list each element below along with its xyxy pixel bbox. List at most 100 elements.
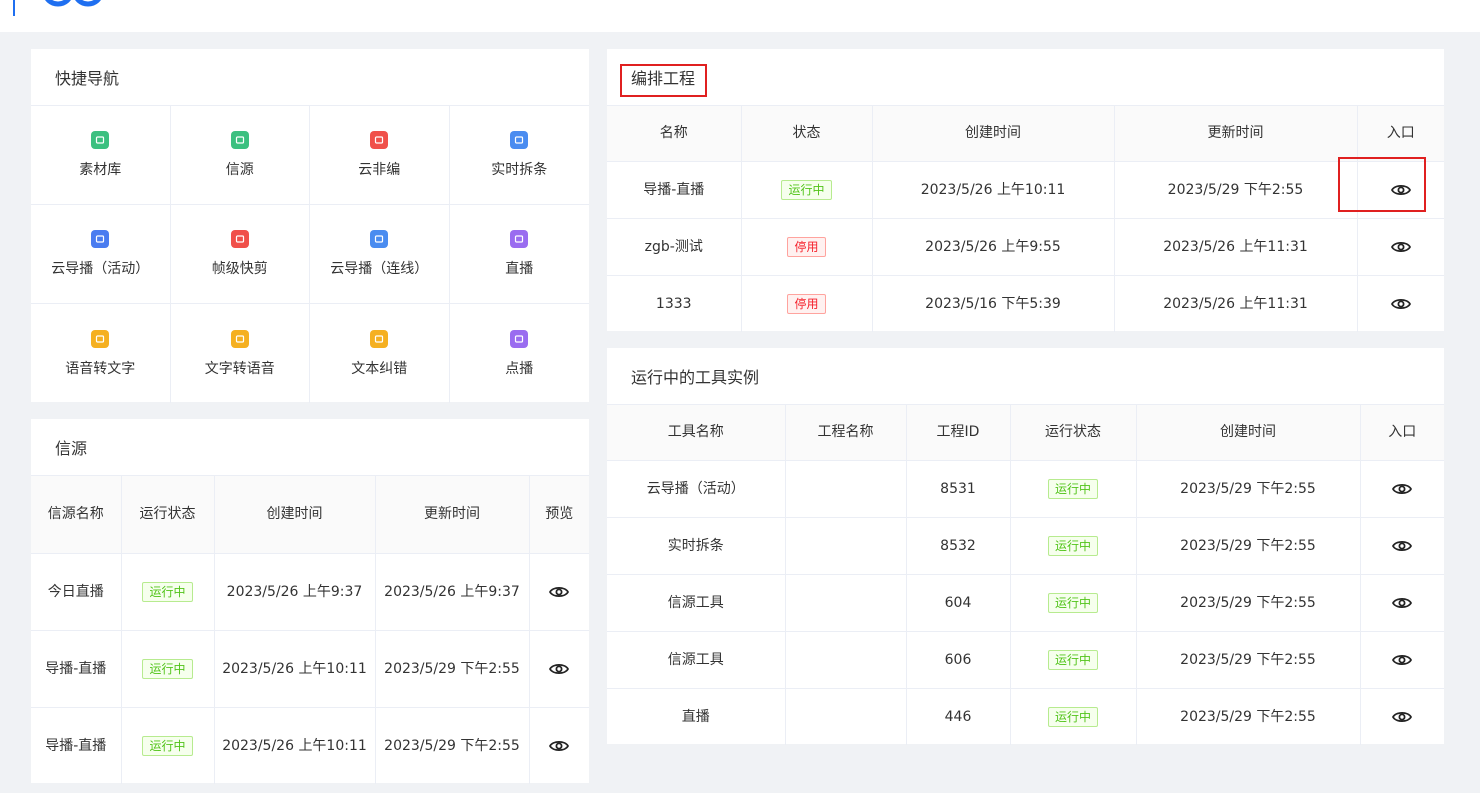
cloud-director-icon: [91, 230, 110, 248]
quick-nav-item[interactable]: 帧级快剪: [170, 205, 310, 304]
tool-project-id: 606: [906, 631, 1011, 689]
quick-nav-item[interactable]: 素材库: [31, 106, 171, 205]
project-status: 停用: [741, 218, 873, 276]
tool-project: [785, 631, 907, 689]
tool-name: 云导播（活动）: [607, 460, 786, 518]
tool-project-id: 8532: [906, 517, 1011, 575]
source-preview[interactable]: [529, 630, 589, 708]
quick-nav-item[interactable]: 文字转语音: [171, 304, 310, 403]
column-header: 工程名称: [785, 405, 907, 461]
table-row: 导播-直播 运行中 2023/5/26 上午10:11 2023/5/29 下午2:5…: [607, 161, 1444, 219]
project-created: 2023/5/26 上午9:55: [872, 218, 1115, 276]
project-updated: 2023/5/26 上午11:31: [1114, 218, 1358, 276]
source-updated: 2023/5/26 上午9:37: [375, 553, 530, 631]
quick-nav-item[interactable]: 云导播（活动）: [31, 205, 171, 304]
cloud-edit-icon: [370, 131, 389, 149]
source-name: 今日直播: [31, 553, 122, 631]
project-name: 1333: [607, 275, 742, 332]
text-to-speech-icon: [230, 329, 249, 348]
eye-icon[interactable]: [1392, 710, 1413, 724]
eye-icon[interactable]: [549, 585, 570, 599]
eye-icon[interactable]: [1392, 539, 1413, 553]
tool-entry[interactable]: [1360, 460, 1444, 518]
tool-project-id: 446: [906, 688, 1011, 745]
table-row: 今日直播 运行中 2023/5/26 上午9:37 2023/5/26 上午9:37: [31, 553, 589, 631]
eye-icon[interactable]: [1392, 653, 1413, 667]
tool-entry[interactable]: [1360, 517, 1444, 575]
logo-icon[interactable]: [42, 0, 104, 8]
eye-icon[interactable]: [1390, 297, 1411, 311]
tool-status: 运行中: [1010, 631, 1137, 689]
projects-title: 编排工程: [607, 49, 1444, 106]
quick-nav-item[interactable]: 语音转文字: [31, 304, 171, 403]
eye-icon[interactable]: [1392, 482, 1413, 496]
quick-nav-grid: 素材库 信源 云非编 实时拆条云导播（活动） 帧级快剪 云导播（连线） 直播语音转文字 文字转…: [31, 106, 589, 403]
tool-project: [785, 460, 907, 518]
text-correct-icon: [370, 329, 389, 348]
status-badge: 运行中: [1047, 592, 1098, 613]
project-name: zgb-测试: [607, 218, 742, 276]
column-header: 创建时间: [872, 106, 1115, 162]
tool-name: 实时拆条: [607, 517, 786, 575]
tool-project-id: 604: [906, 574, 1011, 632]
source-status: 运行中: [121, 630, 215, 708]
tools-title: 运行中的工具实例: [607, 348, 1444, 405]
source-preview[interactable]: [529, 707, 589, 784]
status-badge: 运行中: [142, 581, 193, 602]
quick-nav-label: 实时拆条: [491, 162, 548, 178]
projects-card: 编排工程 名称 状态 创建时间 更新时间 入口 导播-直播 运行中 2023/5/26 上午…: [607, 49, 1444, 332]
tool-entry[interactable]: [1360, 574, 1444, 632]
eye-icon[interactable]: [549, 662, 570, 676]
material-library-icon: [91, 131, 110, 149]
quick-nav-item[interactable]: 实时拆条: [449, 106, 589, 205]
quick-nav-item[interactable]: 点播: [450, 304, 590, 403]
eye-icon[interactable]: [1392, 596, 1413, 610]
projects-table: 名称 状态 创建时间 更新时间 入口 导播-直播 运行中 2023/5/26 上午10:11…: [607, 106, 1444, 332]
eye-icon[interactable]: [1390, 240, 1411, 254]
source-status: 运行中: [121, 707, 215, 784]
column-header: 运行状态: [1010, 405, 1137, 461]
project-entry[interactable]: [1357, 218, 1444, 276]
quick-nav-item[interactable]: 云非编: [310, 106, 450, 205]
tool-project: [785, 517, 907, 575]
column-header: 入口: [1360, 405, 1444, 461]
tool-entry[interactable]: [1360, 631, 1444, 689]
tool-created: 2023/5/29 下午2:55: [1136, 631, 1361, 689]
highlight-projects-title: [620, 64, 707, 97]
frame-cut-icon: [230, 230, 249, 248]
column-header: 入口: [1357, 106, 1444, 162]
column-header: 预览: [529, 476, 589, 554]
top-bar-edge: [13, 0, 15, 16]
sources-card: 信源 信源名称 运行状态 创建时间 更新时间 预览 今日直播 运行中 2023/5/26 上…: [31, 419, 589, 784]
quick-nav-card: 快捷导航 素材库 信源 云非编 实时拆条 云导播（活动） 帧级快剪 云导播（连线） 直播 语音转…: [31, 49, 589, 403]
source-preview[interactable]: [529, 553, 589, 631]
source-status: 运行中: [121, 553, 215, 631]
project-entry[interactable]: [1357, 275, 1444, 332]
quick-nav-label: 语音转文字: [65, 360, 136, 377]
status-badge: 运行中: [142, 735, 193, 756]
quick-nav-label: 文本纠错: [351, 360, 408, 377]
live-icon: [510, 230, 529, 248]
column-header: 更新时间: [375, 476, 530, 554]
quick-nav-item[interactable]: 直播: [449, 205, 589, 304]
project-name: 导播-直播: [607, 161, 742, 219]
column-header: 状态: [741, 106, 873, 162]
sources-table: 信源名称 运行状态 创建时间 更新时间 预览 今日直播 运行中 2023/5/26 上午9:…: [31, 476, 589, 784]
column-header: 名称: [607, 106, 742, 162]
tool-project: [785, 574, 907, 632]
source-updated: 2023/5/29 下午2:55: [375, 707, 530, 784]
project-updated: 2023/5/26 上午11:31: [1114, 275, 1358, 332]
project-created: 2023/5/16 下午5:39: [872, 275, 1115, 332]
eye-icon[interactable]: [549, 739, 570, 753]
quick-nav-label: 素材库: [79, 162, 122, 178]
quick-nav-label: 云导播（连线）: [330, 261, 429, 277]
status-badge: 运行中: [142, 658, 193, 679]
quick-nav-item[interactable]: 文本纠错: [310, 304, 450, 403]
tool-status: 运行中: [1010, 574, 1137, 632]
tool-entry[interactable]: [1360, 688, 1444, 745]
tool-created: 2023/5/29 下午2:55: [1136, 574, 1361, 632]
quick-nav-item[interactable]: 云导播（连线）: [310, 205, 450, 304]
quick-nav-item[interactable]: 信源: [170, 106, 310, 205]
source-name: 导播-直播: [31, 630, 122, 708]
table-row: 1333 停用 2023/5/16 下午5:39 2023/5/26 上午11:31: [607, 275, 1444, 332]
